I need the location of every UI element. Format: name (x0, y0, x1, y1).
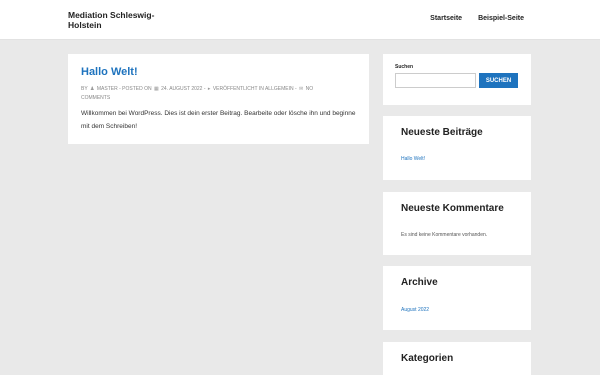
user-icon: ♟ (89, 86, 95, 92)
search-input[interactable] (395, 73, 476, 88)
main-nav: Startseite Beispiel-Seite (430, 15, 524, 22)
recent-post-link[interactable]: Hallo Welt! (401, 156, 425, 162)
meta-by: BY (81, 86, 88, 92)
search-widget: Suchen SUCHEN (383, 54, 531, 105)
categories-widget: Kategorien (383, 342, 531, 375)
post-card: Hallo Welt! BY ♟ MASTER - POSTED ON ▦ 24… (68, 54, 369, 144)
post-meta: BY ♟ MASTER - POSTED ON ▦ 24. AUGUST 202… (81, 86, 314, 101)
meta-date[interactable]: 24. AUGUST 2022 (161, 86, 202, 92)
site-title[interactable]: Mediation Schleswig-Holstein (68, 10, 178, 30)
post-content: Willkommen bei WordPress. Dies ist dein … (81, 110, 356, 130)
search-label: Suchen (395, 64, 414, 70)
site-header: Mediation Schleswig-Holstein Startseite … (0, 0, 600, 40)
meta-category[interactable]: VERÖFFENTLICHT IN ALLGEMEIN (213, 86, 294, 92)
meta-posted-on: POSTED ON (122, 86, 152, 92)
archive-title: Archive (401, 277, 438, 288)
folder-icon: ▸ (207, 86, 211, 92)
recent-posts-widget: Neueste Beiträge Hallo Welt! (383, 116, 531, 180)
calendar-icon: ▦ (154, 86, 159, 92)
recent-posts-title: Neueste Beiträge (401, 127, 483, 138)
meta-author[interactable]: MASTER (97, 86, 118, 92)
recent-comments-title: Neueste Kommentare (401, 203, 504, 214)
categories-title: Kategorien (401, 353, 454, 364)
search-button[interactable]: SUCHEN (479, 73, 518, 88)
no-comments-text: Es sind keine Kommentare vorhanden. (401, 232, 488, 238)
archive-widget: Archive August 2022 (383, 266, 531, 330)
recent-comments-widget: Neueste Kommentare Es sind keine Komment… (383, 192, 531, 255)
nav-item-beispiel-seite[interactable]: Beispiel-Seite (478, 15, 524, 22)
nav-item-startseite[interactable]: Startseite (430, 15, 462, 22)
post-title[interactable]: Hallo Welt! (81, 66, 138, 78)
comment-icon: ✉ (299, 86, 304, 92)
archive-link[interactable]: August 2022 (401, 307, 429, 313)
